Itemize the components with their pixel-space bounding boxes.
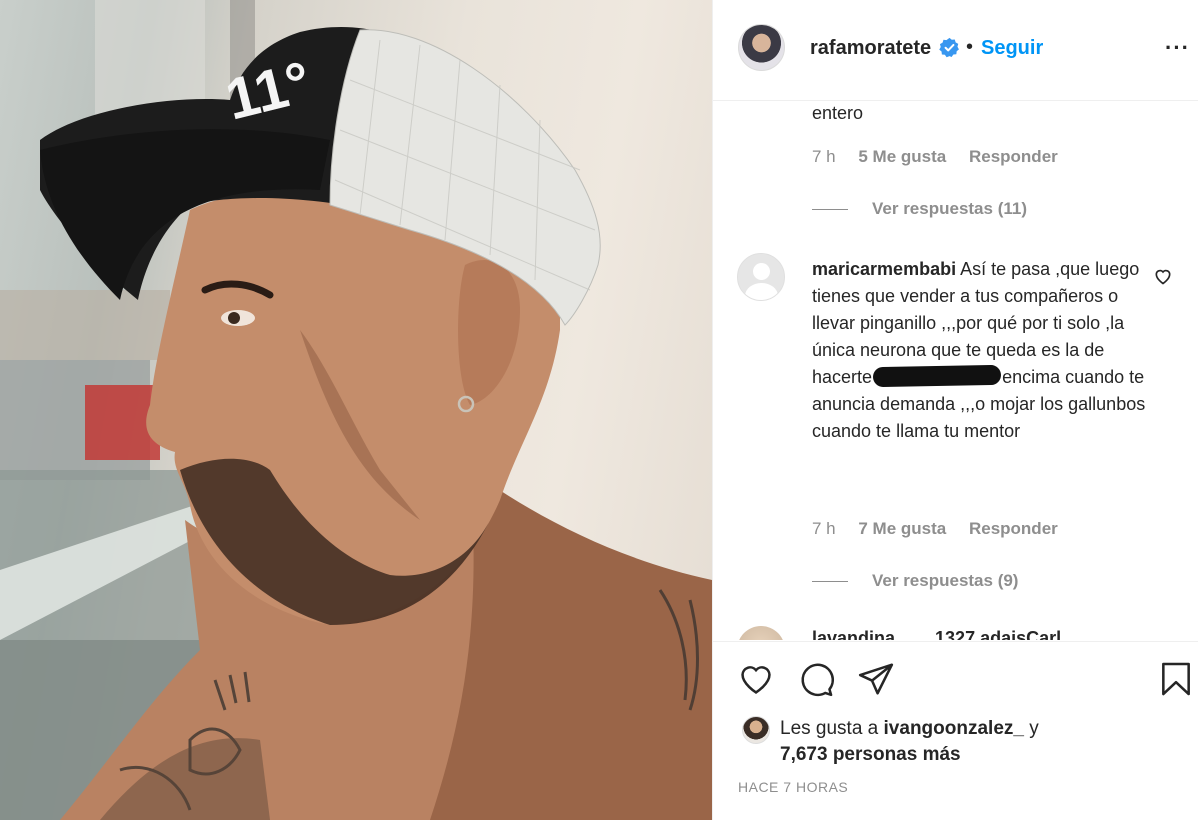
commenter-avatar[interactable] <box>737 626 785 640</box>
post-details-panel: rafamoratete • Seguir ··· entero 7 h 5 M… <box>712 0 1198 820</box>
header-separator: • <box>966 36 974 58</box>
comment-time: 7 h <box>812 519 836 538</box>
reply-button[interactable]: Responder <box>969 147 1058 166</box>
reply-button[interactable]: Responder <box>969 519 1058 538</box>
more-options-icon[interactable]: ··· <box>1165 35 1190 61</box>
share-paper-plane-icon[interactable] <box>857 660 895 698</box>
comment-meta: 7 h 5 Me gusta Responder <box>812 147 1076 167</box>
post-timestamp[interactable]: HACE 7 HORAS <box>738 779 848 795</box>
replies-divider <box>812 581 848 583</box>
comment-body: maricarmembabi Así te pasa ,que luego ti… <box>812 256 1147 445</box>
comment-likes[interactable]: 5 Me gusta <box>858 147 946 166</box>
comment-time: 7 h <box>812 147 836 166</box>
comment-bubble-icon[interactable] <box>797 660 835 698</box>
comment-likes[interactable]: 7 Me gusta <box>858 519 946 538</box>
replies-divider <box>812 209 848 211</box>
likes-text: Les gusta a ivangoonzalez_ y 7,673 perso… <box>780 716 1180 768</box>
default-avatar-head <box>753 263 770 280</box>
like-heart-icon[interactable] <box>737 660 775 698</box>
view-replies-button[interactable]: Ver respuestas (11) <box>812 199 1027 219</box>
comment-like-heart-icon[interactable] <box>1153 266 1173 286</box>
comment-text-tail: entero <box>812 103 864 123</box>
liker-avatar[interactable] <box>742 716 770 744</box>
commenter-username[interactable]: maricarmembabi <box>812 259 956 279</box>
view-replies-label: Ver respuestas (9) <box>872 571 1019 590</box>
likes-prefix: Les gusta a <box>780 718 879 739</box>
view-replies-label: Ver respuestas (11) <box>872 199 1027 218</box>
view-replies-button[interactable]: Ver respuestas (9) <box>812 571 1018 591</box>
post-actions: Les gusta a ivangoonzalez_ y 7,673 perso… <box>713 641 1198 820</box>
commenter-avatar[interactable] <box>737 253 785 301</box>
author-avatar[interactable] <box>738 24 785 71</box>
default-avatar-body <box>745 283 778 300</box>
author-username[interactable]: rafamoratete <box>810 37 931 60</box>
post-header: rafamoratete • Seguir ··· <box>713 0 1198 101</box>
save-bookmark-icon[interactable] <box>1157 660 1195 698</box>
photo-illustration: 11° <box>0 0 712 820</box>
redaction-mark <box>872 364 1002 388</box>
likes-connector: y <box>1029 718 1039 739</box>
commenter-username-partial[interactable]: lavandina........1327 adaisCarl <box>812 628 1061 640</box>
liker-username[interactable]: ivangoonzalez_ <box>884 718 1024 739</box>
verified-badge-icon <box>939 37 959 58</box>
comments-list[interactable]: entero 7 h 5 Me gusta Responder Ver resp… <box>713 102 1198 640</box>
likes-count-link[interactable]: 7,673 personas más <box>780 744 961 765</box>
follow-button[interactable]: Seguir <box>981 37 1043 60</box>
post-photo[interactable]: 11° <box>0 0 712 820</box>
comment-meta: 7 h 7 Me gusta Responder <box>812 519 1076 539</box>
